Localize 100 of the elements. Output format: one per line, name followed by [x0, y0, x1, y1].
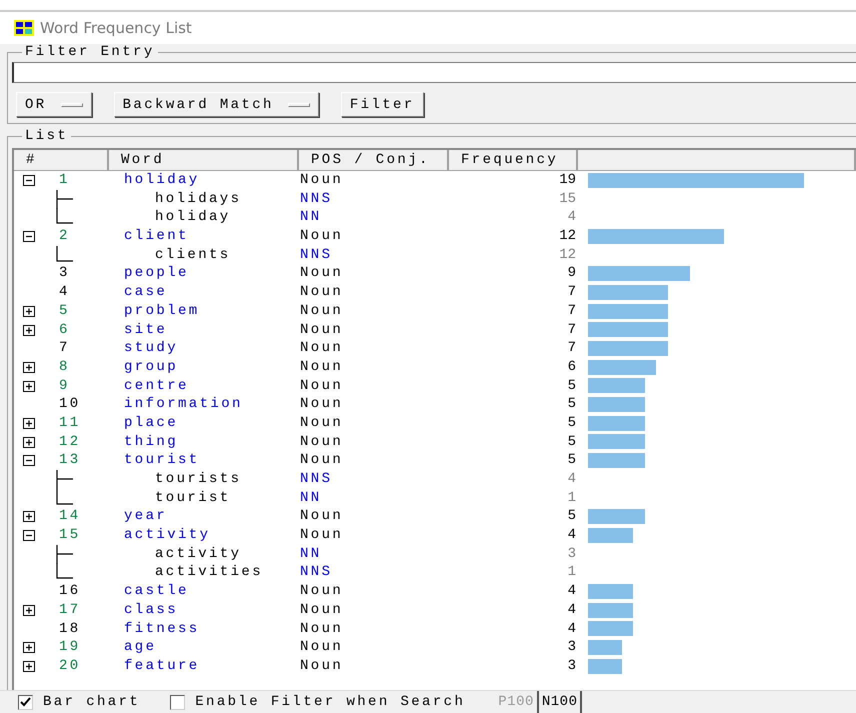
word-form-cell[interactable]: holiday: [109, 208, 299, 228]
word-cell[interactable]: study: [109, 339, 299, 358]
pos-cell-text: Noun: [299, 283, 344, 302]
column-header[interactable]: POS / Conj.: [299, 150, 449, 171]
frequency-bar: [588, 453, 645, 468]
frequency-bar: [588, 584, 634, 599]
word-form-cell[interactable]: tourists: [109, 470, 299, 489]
checkbox[interactable]: [18, 694, 33, 710]
group-label: List: [24, 128, 70, 144]
frequency-bar: [588, 640, 622, 656]
frequency-cell-text: 7: [566, 283, 577, 302]
column-header[interactable]: Word: [109, 150, 299, 171]
pos-cell-text: Noun: [299, 320, 344, 340]
word-cell[interactable]: activity: [109, 526, 299, 545]
expand-icon[interactable]: [23, 604, 35, 616]
frequency-cell-text: 12: [558, 227, 577, 246]
row-number: 14: [59, 507, 81, 526]
filter-input[interactable]: [12, 62, 856, 83]
collapse-icon[interactable]: [23, 530, 35, 542]
word-cell[interactable]: place: [109, 414, 299, 433]
page-button[interactable]: N100: [538, 691, 582, 713]
frequency-cell-text: 4: [566, 526, 577, 545]
collapse-icon[interactable]: [23, 455, 35, 466]
frequency-bar: [588, 378, 645, 394]
expand-icon[interactable]: [23, 436, 35, 448]
word-cell[interactable]: tourist: [109, 451, 299, 470]
expand-icon[interactable]: [23, 642, 35, 654]
row-number: 5: [59, 302, 70, 321]
word-cell[interactable]: problem: [109, 302, 299, 321]
word-form-cell[interactable]: activity: [109, 544, 299, 564]
expand-icon[interactable]: [23, 660, 35, 672]
expand-icon[interactable]: [23, 418, 35, 429]
frequency-bar: [588, 658, 622, 674]
pos-tag-cell-text: NNS: [299, 246, 334, 264]
word-cell[interactable]: thing: [109, 432, 299, 452]
expand-icon[interactable]: [23, 324, 35, 336]
word-cell[interactable]: age: [109, 638, 299, 657]
pos-tag-cell-text: NN: [299, 208, 323, 228]
word-cell[interactable]: people: [109, 264, 299, 284]
word-cell[interactable]: client: [109, 227, 299, 246]
checkbox[interactable]: [170, 694, 186, 710]
expand-icon[interactable]: [23, 511, 35, 522]
frequency-cell-text: 15: [558, 190, 577, 208]
word-form-cell[interactable]: clients: [109, 246, 299, 264]
pos-tag-cell-text: NN: [299, 544, 323, 564]
window-title: Word Frequency List: [40, 19, 192, 37]
row-number: 13: [59, 451, 81, 470]
frequency-cell-text: 1: [566, 488, 577, 508]
row-number: 12: [59, 432, 81, 452]
word-cell[interactable]: information: [109, 395, 299, 414]
pos-cell-text: Noun: [299, 171, 344, 190]
word-cell[interactable]: feature: [109, 656, 299, 676]
row-number: 4: [59, 283, 70, 302]
expand-icon[interactable]: [23, 362, 35, 373]
word-form-cell[interactable]: activities: [109, 563, 299, 582]
word-cell[interactable]: fitness: [109, 620, 299, 638]
column-header[interactable]: Frequency: [449, 150, 578, 171]
word-cell[interactable]: castle: [109, 582, 299, 601]
word-cell[interactable]: case: [109, 283, 299, 302]
collapse-icon[interactable]: [23, 231, 35, 242]
logic-dropdown[interactable]: OR: [16, 92, 92, 117]
pos-cell-text: Noun: [299, 339, 344, 358]
collapse-icon[interactable]: [23, 175, 35, 186]
word-cell[interactable]: year: [109, 507, 299, 526]
frequency-cell-text: 4: [566, 208, 577, 228]
row-number: 20: [59, 656, 81, 676]
frequency-cell-text: 6: [566, 358, 577, 377]
word-cell[interactable]: centre: [109, 376, 299, 396]
frequency-bar: [588, 602, 634, 618]
frequency-cell-text: 3: [566, 656, 577, 676]
frequency-cell-text: 5: [566, 432, 577, 452]
row-number: 15: [59, 526, 81, 545]
filter-button[interactable]: Filter: [340, 92, 424, 117]
frequency-cell-text: 12: [558, 246, 577, 264]
match-dropdown[interactable]: Backward Match: [114, 92, 319, 117]
pos-cell-text: Noun: [299, 395, 344, 414]
word-cell[interactable]: site: [109, 320, 299, 340]
frequency-cell-text: 4: [566, 582, 577, 601]
row-number: 16: [59, 582, 81, 601]
column-header[interactable]: #: [14, 150, 109, 171]
pos-cell-text: Noun: [299, 227, 344, 246]
pos-tag-cell-text: NNS: [299, 190, 334, 208]
expand-icon[interactable]: [23, 306, 35, 317]
row-number: 3: [59, 264, 70, 284]
word-cell[interactable]: group: [109, 358, 299, 377]
frequency-cell-text: 7: [566, 320, 577, 340]
frequency-bar: [588, 621, 634, 636]
row-number: 2: [59, 227, 70, 246]
word-cell[interactable]: class: [109, 600, 299, 620]
frequency-cell-text: 7: [566, 339, 577, 358]
frequency-cell-text: 7: [566, 302, 577, 321]
word-form-cell[interactable]: tourist: [109, 488, 299, 508]
expand-icon[interactable]: [23, 380, 35, 392]
row-number: 7: [59, 339, 70, 358]
word-cell[interactable]: holiday: [109, 171, 299, 190]
row-number: 18: [59, 620, 81, 638]
frequency-cell-text: 4: [566, 600, 577, 620]
word-form-cell[interactable]: holidays: [109, 190, 299, 208]
frequency-bar: [588, 360, 656, 375]
frequency-cell-text: 3: [566, 638, 577, 657]
